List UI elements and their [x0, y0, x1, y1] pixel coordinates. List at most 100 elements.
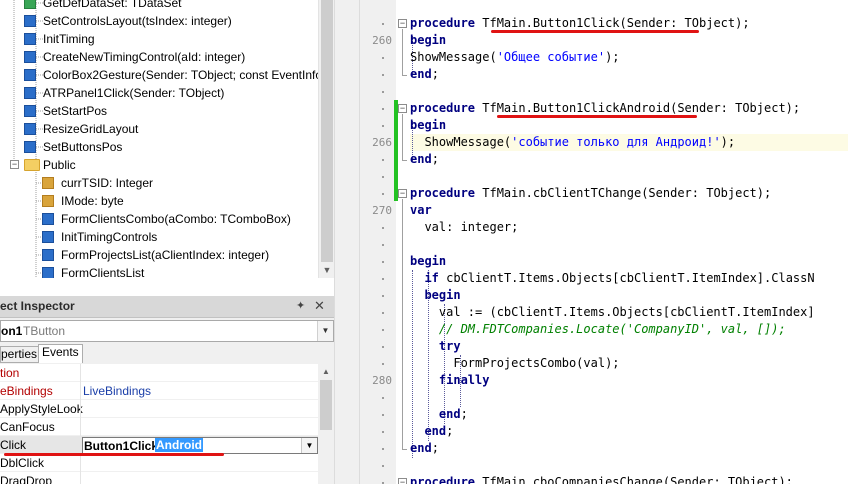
tab-properties[interactable]: perties [0, 346, 42, 363]
property-row[interactable]: eBindings LiveBindings [0, 382, 318, 400]
inspector-scrollbar[interactable]: ▲ [318, 364, 334, 484]
code-line[interactable]: end; [410, 440, 439, 457]
property-name: ApplyStyleLook [0, 402, 83, 416]
column-divider [80, 418, 81, 436]
property-row[interactable]: tion [0, 364, 318, 382]
code-token: begin [424, 288, 461, 302]
method-icon [24, 87, 36, 99]
property-value[interactable]: LiveBindings [83, 384, 151, 398]
code-line[interactable]: procedure TfMain.Button1ClickAndroid(Sen… [410, 100, 800, 117]
method-icon [42, 249, 54, 261]
code-token: ; [431, 152, 439, 166]
method-icon [24, 105, 36, 117]
gutter-dot [382, 278, 384, 280]
line-number: 270 [372, 204, 392, 217]
code-token: end [410, 67, 432, 81]
code-line[interactable]: try [410, 338, 461, 355]
property-row[interactable]: DblClick [0, 454, 318, 472]
code-line[interactable]: procedure TfMain.cboCompaniesChange(Send… [410, 474, 793, 484]
tab-events[interactable]: Events [38, 344, 83, 363]
code-line[interactable]: begin [410, 287, 461, 304]
gutter-dot [382, 159, 384, 161]
pin-icon[interactable]: ✦ [296, 299, 305, 312]
code-token: end [410, 152, 432, 166]
folder-icon [24, 159, 40, 171]
code-token: // DM.FDTCompanies.Locate('CompanyID', v… [438, 322, 786, 336]
gutter-dot [382, 125, 384, 127]
method-icon [42, 231, 54, 243]
code-line[interactable]: procedure TfMain.Button1Click(Sender: TO… [410, 15, 750, 32]
code-line[interactable]: if cbClientT.Items.Objects[cbClientT.Ite… [410, 270, 814, 287]
event-grid[interactable]: tion eBindings LiveBindings ApplyStyleLo… [0, 364, 318, 484]
scrollbar-thumb[interactable] [321, 0, 333, 262]
method-icon [42, 267, 54, 278]
field-icon [42, 177, 54, 189]
scroll-down-icon[interactable]: ▼ [319, 262, 335, 278]
event-handler-input[interactable]: Button1Click Android ▼ [82, 437, 318, 454]
code-line[interactable]: val := (cbClientT.Items.Objects[cbClient… [410, 304, 815, 321]
code-token: val := (cbClientT.Items.Objects[cbClient… [410, 305, 815, 319]
method-icon [24, 141, 36, 153]
panel-title: ect Inspector [0, 299, 75, 313]
collapse-icon[interactable]: − [10, 160, 19, 169]
fold-collapse-icon[interactable]: − [398, 189, 407, 198]
code-line[interactable]: end; [410, 66, 439, 83]
tree-item-label: FormClientsList [61, 266, 145, 278]
property-row-selected[interactable]: Click Button1Click Android ▼ [0, 436, 318, 454]
code-line[interactable]: begin [410, 117, 446, 134]
property-row[interactable]: ApplyStyleLook [0, 400, 318, 418]
property-row[interactable]: DragDrop [0, 472, 318, 484]
gutter-dot [382, 346, 384, 348]
close-icon[interactable]: ✕ [314, 298, 325, 314]
scrollbar-thumb[interactable] [320, 380, 332, 430]
property-row[interactable]: CanFocus [0, 418, 318, 436]
code-line[interactable]: procedure TfMain.cbClientTChange(Sender:… [410, 185, 771, 202]
tree-item-label: SetStartPos [43, 104, 108, 118]
gutter-dot [382, 23, 384, 25]
fold-collapse-icon[interactable]: − [398, 19, 407, 28]
chevron-down-icon[interactable]: ▼ [317, 321, 333, 341]
code-line[interactable]: ShowMessage('Общее событие'); [410, 49, 620, 66]
code-line[interactable]: end; [410, 406, 468, 423]
code-token: ; [460, 407, 468, 421]
fold-collapse-icon[interactable]: − [398, 478, 407, 484]
property-name: Click [0, 438, 26, 452]
code-line[interactable]: val: integer; [410, 219, 518, 236]
tree-scrollbar[interactable]: ▼ [318, 0, 334, 278]
code-line[interactable]: end; [410, 423, 453, 440]
code-token: begin [410, 33, 447, 47]
fold-collapse-icon[interactable]: − [398, 104, 407, 113]
gutter-dot [382, 91, 384, 93]
tree-item-label: IMode: byte [61, 194, 124, 208]
code-line[interactable]: begin [410, 32, 446, 49]
code-line[interactable]: FormProjectsCombo(val); [410, 355, 619, 372]
editor-gutter [360, 0, 396, 484]
code-line[interactable]: ShowMessage('событие только для Андроид!… [410, 134, 735, 151]
panel-splitter[interactable] [334, 0, 360, 484]
code-token: ; [446, 424, 454, 438]
scroll-up-icon[interactable]: ▲ [318, 364, 334, 380]
code-line[interactable]: begin [410, 253, 446, 270]
code-token: procedure [410, 101, 483, 115]
field-icon [42, 195, 54, 207]
code-token: finally [438, 373, 490, 387]
code-line[interactable]: end; [410, 151, 439, 168]
method-green-icon [24, 0, 36, 9]
code-line[interactable]: // DM.FDTCompanies.Locate('CompanyID', v… [410, 321, 786, 338]
tree-item-label: ATRPanel1Click(Sender: TObject) [43, 86, 225, 100]
column-divider [80, 382, 81, 400]
tree-item-label: currTSID: Integer [61, 176, 154, 190]
chevron-down-icon[interactable]: ▼ [301, 438, 317, 453]
code-line[interactable]: finally [410, 372, 490, 389]
structure-tree[interactable]: GetDefDataSet: TDataSet SetControlsLayou… [0, 0, 318, 278]
code-editor[interactable]: 260 266 270 280 − − − − procedure TfMain… [360, 0, 848, 484]
fold-line [402, 114, 403, 160]
component-selector[interactable]: on1 TButton ▼ [0, 320, 334, 342]
code-token: val: integer; [410, 220, 519, 234]
code-line[interactable]: var [410, 202, 432, 219]
tree-item-label: SetButtonsPos [43, 140, 123, 154]
method-icon [24, 69, 36, 81]
